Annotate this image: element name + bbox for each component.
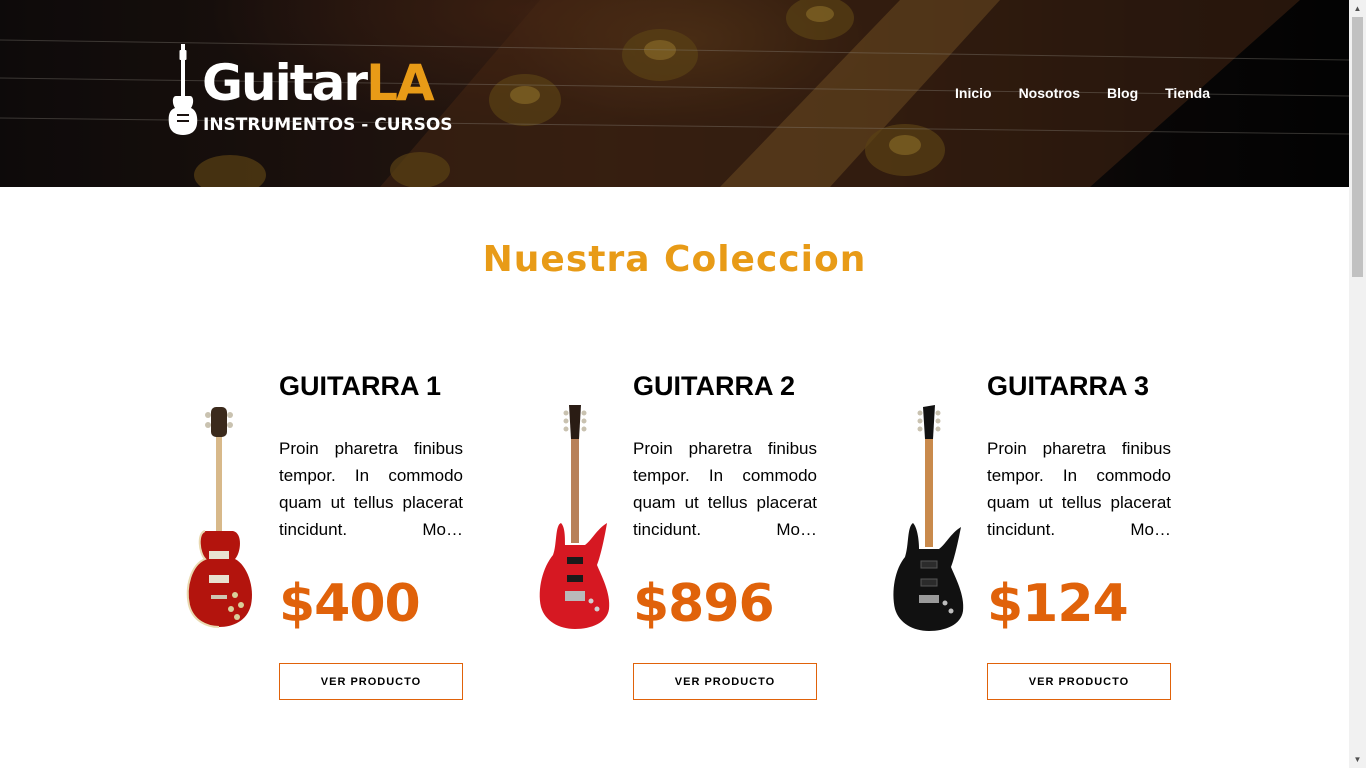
logo-tagline: INSTRUMENTOS - CURSOS (203, 115, 453, 135)
section-title: Nuestra Coleccion (482, 239, 867, 280)
view-product-button[interactable]: VER PRODUCTO (633, 663, 817, 700)
product-price: $400 (279, 574, 421, 634)
black-superstrat-guitar-image[interactable] (889, 405, 969, 635)
nav-link-nosotros[interactable]: Nosotros (1019, 84, 1080, 102)
main-navigation: Inicio Nosotros Blog Tienda (955, 84, 1210, 102)
red-superstrat-guitar-image[interactable] (535, 405, 615, 635)
product-description: Proin pharetra finibus tempor. In commod… (987, 439, 1171, 539)
product-info: GUITARRA 3 Proin pharetra finibus tempor… (987, 365, 1171, 700)
nav-link-blog[interactable]: Blog (1107, 84, 1138, 102)
product-price: $896 (633, 574, 775, 634)
product-price: $124 (987, 574, 1129, 634)
product-card: GUITARRA 3 Proin pharetra finibus tempor… (889, 365, 1189, 705)
product-name: GUITARRA 3 (987, 371, 1149, 401)
scroll-down-arrow-icon[interactable]: ▼ (1349, 751, 1366, 768)
guitar-silhouette-icon (168, 44, 198, 135)
logo-word-main: Guitar (202, 54, 368, 112)
view-product-button[interactable]: VER PRODUCTO (279, 663, 463, 700)
product-description: Proin pharetra finibus tempor. In commod… (279, 439, 463, 539)
view-product-button[interactable]: VER PRODUCTO (987, 663, 1171, 700)
scrollbar-thumb[interactable] (1352, 17, 1363, 277)
site-header: GuitarLA INSTRUMENTOS - CURSOS Inicio No… (0, 0, 1349, 187)
red-les-paul-guitar-image[interactable] (181, 405, 261, 635)
product-info: GUITARRA 2 Proin pharetra finibus tempor… (633, 365, 817, 700)
product-name: GUITARRA 2 (633, 371, 795, 401)
page-scrollbar[interactable]: ▲ ▼ (1349, 0, 1366, 768)
product-card: GUITARRA 2 Proin pharetra finibus tempor… (535, 365, 835, 705)
guitarla-logo[interactable]: GuitarLA INSTRUMENTOS - CURSOS (168, 44, 468, 139)
product-info: GUITARRA 1 Proin pharetra finibus tempor… (279, 365, 463, 700)
scroll-up-arrow-icon[interactable]: ▲ (1349, 0, 1366, 17)
logo-word-accent: LA (366, 54, 435, 112)
nav-link-tienda[interactable]: Tienda (1165, 84, 1210, 102)
product-name: GUITARRA 1 (279, 371, 441, 401)
nav-link-inicio[interactable]: Inicio (955, 84, 992, 102)
logo-wordmark: GuitarLA (202, 54, 435, 112)
product-description: Proin pharetra finibus tempor. In commod… (633, 439, 817, 539)
product-card: GUITARRA 1 Proin pharetra finibus tempor… (181, 365, 481, 705)
